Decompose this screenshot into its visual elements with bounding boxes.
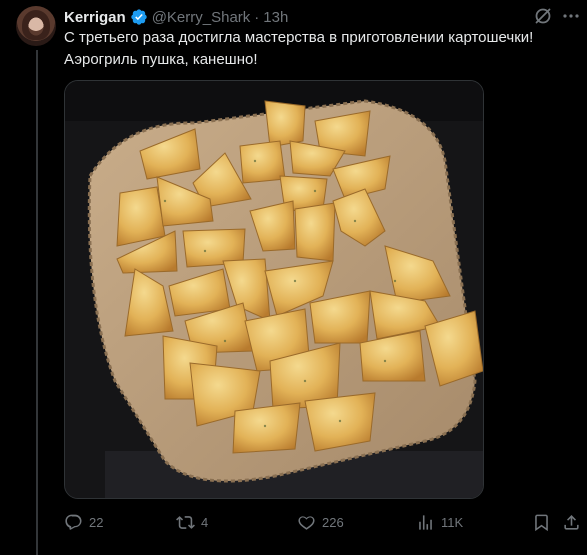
tweet-actions: 22 4 226 11K [64, 511, 584, 533]
grok-icon[interactable] [533, 6, 553, 26]
repost-count: 4 [201, 514, 209, 530]
tweet-text: С третьего раза достигла мастерства в пр… [64, 29, 534, 68]
separator-dot: · [254, 8, 260, 26]
author-handle[interactable]: @Kerry_Shark [152, 9, 251, 26]
bookmark-icon [535, 514, 548, 531]
reply-icon [65, 514, 82, 530]
author-name[interactable]: Kerrigan [64, 9, 126, 26]
like-count: 226 [322, 514, 344, 530]
avatar[interactable] [16, 6, 56, 46]
tweet[interactable]: Kerrigan @Kerry_Shark · 13h С третьего р… [0, 0, 587, 555]
heart-icon [298, 515, 315, 530]
avatar-hair [22, 10, 50, 40]
timestamp[interactable]: 13h [263, 9, 288, 26]
share-icon [564, 514, 579, 530]
views-count: 11K [441, 514, 464, 530]
views-icon [419, 514, 432, 530]
repost-button[interactable]: 4 [176, 511, 208, 533]
verified-badge-icon[interactable] [130, 8, 148, 26]
more-icon[interactable] [561, 6, 581, 26]
repost-icon [176, 515, 195, 529]
tweet-header: Kerrigan @Kerry_Shark · 13h [64, 7, 571, 27]
thread-line [36, 50, 38, 555]
reply-button[interactable]: 22 [64, 511, 103, 533]
like-button[interactable]: 226 [297, 511, 344, 533]
share-button[interactable] [562, 511, 581, 533]
views-button[interactable]: 11K [416, 511, 463, 533]
potato-photo-image [65, 81, 483, 498]
tweet-photo[interactable] [64, 80, 484, 499]
reply-count: 22 [89, 514, 104, 530]
bookmark-button[interactable] [532, 511, 551, 533]
